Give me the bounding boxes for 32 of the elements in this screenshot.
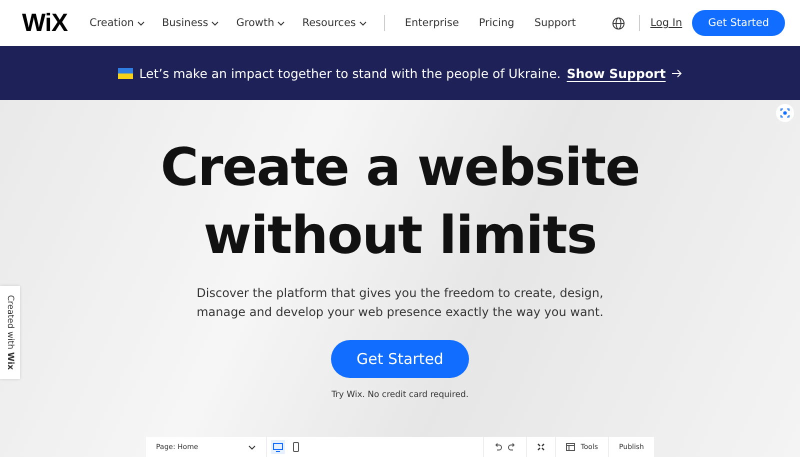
scan-icon [780,108,790,118]
chevron-down-icon [358,20,367,26]
get-started-button[interactable]: Get Started [330,340,470,378]
hero-subtitle: Discover the platform that gives you the freedom to create, design, manage and develop your web presence exactly the way you want. [196,285,604,321]
side-tab[interactable]: Created with Wix [0,286,20,379]
show-support-link[interactable]: Show Support [566,66,666,80]
login-link[interactable]: Log In [650,17,682,29]
nav-menu-item[interactable]: Business [162,17,220,29]
hero-note: Try Wix. No credit card required. [331,390,469,400]
chevron-down-icon [136,20,145,26]
nav-link[interactable]: Support [534,17,576,29]
nav-menu-item[interactable]: Resources [302,17,367,29]
get-started-button[interactable]: Get Started [692,10,785,36]
chevron-down-icon [211,20,220,26]
logo[interactable]: WiX [22,8,68,38]
hero-title: Create a website without limits [160,137,640,268]
globe-icon[interactable] [612,16,626,30]
side-tab-text: Created with Wix [5,295,15,370]
flag-icon [118,68,134,78]
zoom-fit-icon[interactable] [536,443,545,451]
nav-link[interactable]: Pricing [478,17,514,29]
nav-menu-item[interactable]: Creation [90,17,145,29]
undo-icon[interactable] [494,443,502,451]
banner-text: Let’s make an impact together to stand with the people of Ukraine. [139,66,561,80]
nav-menu-item[interactable]: Growth [236,17,286,29]
chevron-down-icon [248,444,256,450]
desktop-icon[interactable] [271,440,285,454]
nav-link[interactable]: Enterprise [404,17,459,29]
panel-icon [566,443,575,451]
arrow-right-icon [672,68,682,78]
chevron-down-icon [277,20,286,26]
redo-icon[interactable] [508,443,516,451]
